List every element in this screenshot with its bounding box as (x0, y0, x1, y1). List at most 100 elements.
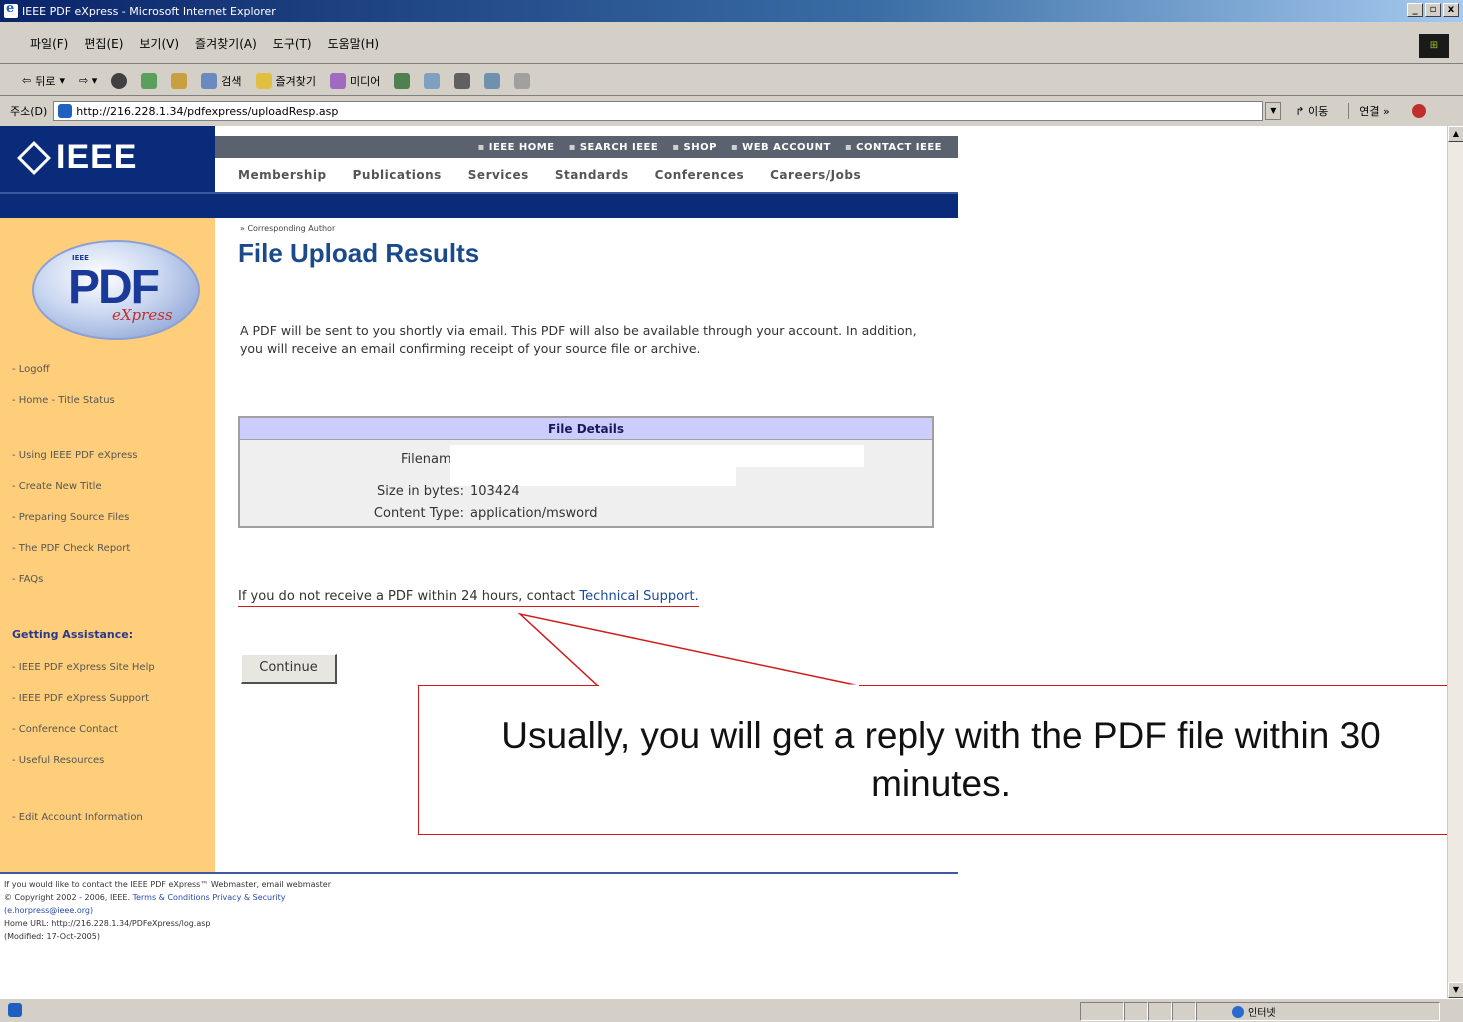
home-icon[interactable] (171, 72, 188, 89)
title-bar: IEEE PDF eXpress - Microsoft Internet Ex… (0, 0, 1463, 22)
continue-button[interactable]: Continue (241, 654, 337, 684)
page-title: File Upload Results (238, 238, 480, 268)
sidebar-item-support[interactable]: - IEEE PDF eXpress Support (12, 693, 149, 704)
refresh-icon[interactable] (141, 72, 158, 89)
callout-tail-mask (599, 684, 859, 688)
status-cell (1080, 1002, 1124, 1021)
callout-text: Usually, you will get a reply with the P… (501, 715, 1381, 804)
toolbar-extra-icon[interactable] (1411, 104, 1426, 118)
footer: If you would like to contact the IEEE PD… (4, 878, 331, 943)
menu-edit[interactable]: 편집(E) (84, 35, 123, 52)
close-button[interactable]: x (1443, 3, 1459, 17)
security-zone: 인터넷 (1232, 1004, 1276, 1019)
size-value: 103424 (470, 484, 520, 499)
links-button[interactable]: 연결 » (1348, 103, 1390, 119)
go-label: 이동 (1308, 105, 1329, 118)
nav-publications[interactable]: Publications (353, 168, 442, 182)
page-icon (58, 104, 73, 118)
window-controls: _ ▫ x (1407, 3, 1459, 17)
scroll-up-button[interactable]: ▲ (1448, 126, 1463, 142)
callout-tail (517, 612, 861, 687)
ieee-logo[interactable]: IEEE (17, 138, 138, 177)
favorites-button[interactable]: 즐겨찾기 (255, 72, 316, 89)
zone-label: 인터넷 (1248, 1008, 1276, 1019)
menu-help[interactable]: 도움말(H) (328, 35, 380, 52)
header-blue-bar (0, 194, 958, 218)
sidebar-item-create-title[interactable]: - Create New Title (12, 481, 102, 492)
scroll-down-button[interactable]: ▼ (1448, 982, 1463, 998)
maximize-button[interactable]: ▫ (1425, 3, 1441, 17)
left-sidebar: IEEE PDF eXpress - Logoff - Home - Title… (0, 218, 215, 872)
address-bar: 주소(D) http://216.228.1.34/pdfexpress/upl… (0, 98, 1463, 124)
filename-label: Filename: (400, 452, 464, 467)
sidebar-item-conference-contact[interactable]: - Conference Contact (12, 724, 118, 735)
footer-home-url: Home URL: http://216.228.1.34/PDFeXpress… (4, 919, 211, 928)
history-icon[interactable] (394, 72, 411, 89)
sidebar-item-useful-resources[interactable]: - Useful Resources (12, 755, 104, 766)
size-row: Size in bytes: 103424 (240, 484, 520, 499)
status-cell (1124, 1002, 1148, 1021)
nav-search-ieee[interactable]: SEARCH IEEE (569, 142, 659, 153)
nav-conferences[interactable]: Conferences (655, 168, 744, 182)
menu-file[interactable]: 파일(F) (30, 35, 68, 52)
page-viewport: IEEE IEEE HOME SEARCH IEEE SHOP WEB ACCO… (0, 126, 1463, 998)
ieee-logo-text: IEEE (56, 138, 138, 176)
nav-careers-jobs[interactable]: Careers/Jobs (770, 168, 861, 182)
forward-button[interactable]: ⇨ ▾ (79, 74, 97, 87)
print-icon[interactable] (454, 72, 471, 89)
status-cell (1148, 1002, 1172, 1021)
sidebar-item-site-help[interactable]: - IEEE PDF eXpress Site Help (12, 662, 155, 673)
sub-nav: Membership Publications Services Standar… (230, 164, 958, 186)
nav-services[interactable]: Services (468, 168, 529, 182)
sidebar-item-faqs[interactable]: - FAQs (12, 574, 43, 585)
content-type-row: Content Type: application/msword (240, 506, 598, 521)
callout-pointer (517, 612, 861, 687)
getting-assistance-heading: Getting Assistance: (12, 628, 134, 641)
minimize-button[interactable]: _ (1407, 3, 1423, 17)
search-button[interactable]: 검색 (201, 72, 242, 89)
media-button[interactable]: 미디어 (329, 72, 380, 89)
address-dropdown[interactable]: ▼ (1265, 102, 1282, 120)
technical-support-link[interactable]: Technical Support. (579, 589, 698, 604)
sidebar-item-edit-account[interactable]: - Edit Account Information (12, 812, 143, 823)
top-nav: IEEE HOME SEARCH IEEE SHOP WEB ACCOUNT C… (215, 136, 958, 158)
footer-terms-link[interactable]: Terms & Conditions Privacy & Security (133, 893, 286, 902)
nav-shop[interactable]: SHOP (672, 142, 717, 153)
nav-contact-ieee[interactable]: CONTACT IEEE (845, 142, 942, 153)
menu-favorites[interactable]: 즐겨찾기(A) (195, 35, 257, 52)
address-input[interactable]: http://216.228.1.34/pdfexpress/uploadRes… (53, 101, 1264, 121)
intro-text: A PDF will be sent to you shortly via em… (240, 323, 917, 356)
back-label: 뒤로 (35, 74, 56, 88)
footer-copyright: © Copyright 2002 - 2006, IEEE. (4, 893, 131, 902)
go-button[interactable]: ↱ 이동 (1295, 103, 1328, 119)
menu-bar: 파일(F) 편집(E) 보기(V) 즐겨찾기(A) 도구(T) 도움말(H) (0, 24, 1463, 64)
nav-membership[interactable]: Membership (238, 168, 327, 182)
status-bar: 인터넷 (0, 998, 1463, 1022)
nav-web-account[interactable]: WEB ACCOUNT (731, 142, 831, 153)
breadcrumb[interactable]: » Corresponding Author (240, 224, 335, 233)
vertical-scrollbar[interactable]: ▲ ▼ (1447, 126, 1463, 998)
sidebar-item-preparing[interactable]: - Preparing Source Files (12, 512, 129, 523)
footer-webmaster: If you would like to contact the IEEE PD… (4, 880, 331, 889)
nav-ieee-home[interactable]: IEEE HOME (477, 142, 554, 153)
sidebar-item-home[interactable]: - Home - Title Status (12, 395, 115, 406)
toolbar: ⇦ 뒤로 ▾ ⇨ ▾ 검색 즐겨찾기 미디어 (0, 66, 1463, 96)
menu-view[interactable]: 보기(V) (139, 35, 179, 52)
mail-icon[interactable] (424, 72, 441, 89)
content-type-label: Content Type: (373, 506, 464, 521)
sidebar-item-logoff[interactable]: - Logoff (12, 364, 50, 375)
menu-tools[interactable]: 도구(T) (273, 35, 312, 52)
back-button[interactable]: ⇦ 뒤로 ▾ (22, 73, 65, 89)
footer-email-link[interactable]: (e.horpress@ieee.org) (4, 904, 331, 917)
filename-row: Filename: (240, 452, 470, 467)
nav-standards[interactable]: Standards (555, 168, 629, 182)
stop-icon[interactable] (111, 72, 128, 89)
status-cell (1172, 1002, 1196, 1021)
media-icon (329, 72, 346, 89)
sidebar-item-check-report[interactable]: - The PDF Check Report (12, 543, 130, 554)
sidebar-item-using[interactable]: - Using IEEE PDF eXpress (12, 450, 138, 461)
address-url: http://216.228.1.34/pdfexpress/uploadRes… (76, 104, 339, 118)
notice-body: If you do not receive a PDF within 24 ho… (238, 589, 580, 604)
edit-icon[interactable] (484, 72, 501, 89)
discuss-icon[interactable] (514, 72, 531, 89)
